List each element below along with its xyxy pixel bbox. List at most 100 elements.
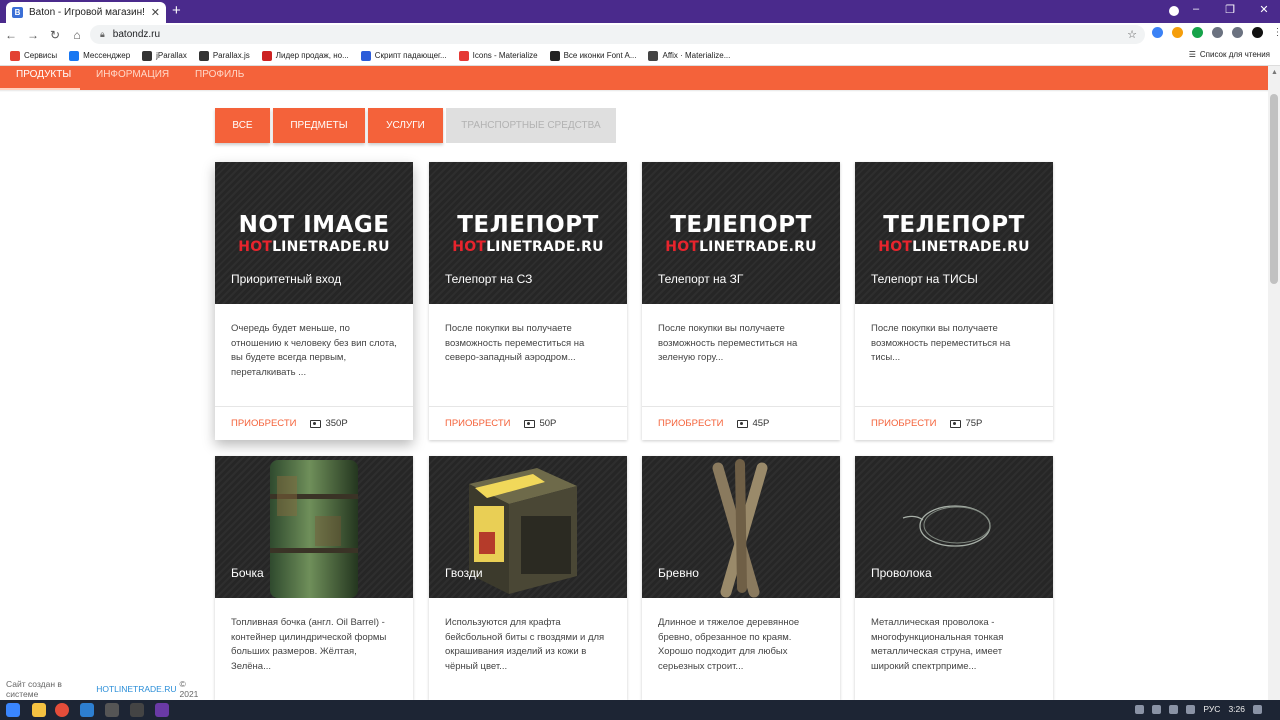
card-image-title: NOT IMAGE	[238, 212, 390, 238]
extension-icon[interactable]	[1212, 27, 1223, 38]
card-image[interactable]: Бревно	[642, 456, 840, 598]
bookmark-item[interactable]: Лидер продаж, но...	[261, 50, 349, 61]
bookmark-label: Скрипт падающег...	[374, 51, 447, 60]
price: 45Р	[737, 418, 769, 429]
bookmark-item[interactable]: Icons - Materialize	[458, 50, 538, 61]
filter-services-button[interactable]: УСЛУГИ	[368, 108, 443, 143]
scroll-up-icon[interactable]: ▲	[1271, 69, 1278, 76]
bookmark-icon	[458, 50, 469, 61]
site-favicon-icon: B	[12, 7, 23, 18]
card-image-title: ТЕЛЕПОРТ	[670, 212, 812, 238]
bookmark-icon	[261, 50, 272, 61]
start-icon[interactable]	[6, 703, 20, 717]
card-description: После покупки вы получаете возможность п…	[871, 323, 1011, 364]
bookmark-item[interactable]: jParallax	[142, 50, 187, 61]
buy-link[interactable]: ПРИОБРЕСТИ	[658, 418, 723, 429]
money-icon	[737, 419, 749, 428]
extension-icon[interactable]	[1172, 27, 1183, 38]
clock[interactable]: 3:26	[1228, 704, 1245, 714]
menu-icon[interactable]: ⋮	[1272, 27, 1280, 38]
browser-tab[interactable]: B Baton - Игровой магазин! ✕	[6, 2, 166, 23]
app-icon[interactable]	[105, 703, 119, 717]
bookmark-item[interactable]: Parallax.js	[198, 50, 250, 61]
maximize-icon[interactable]: ❐	[1224, 3, 1236, 16]
card-image[interactable]: NOT IMAGE HOTLINETRADE.RU Приоритетный в…	[215, 162, 413, 304]
bookmark-item[interactable]: Мессенджер	[69, 50, 130, 61]
reading-list-icon: ☰	[1188, 50, 1196, 59]
tab-information[interactable]: ИНФОРМАЦИЯ	[96, 68, 169, 92]
card-description: Используются для крафта бейсбольной биты…	[445, 617, 605, 672]
card-image[interactable]: ТЕЛЕПОРТ HOTLINETRADE.RU Телепорт на СЗ	[429, 162, 627, 304]
address-bar[interactable]: 🔒︎ batondz.ru ☆	[90, 25, 1145, 44]
footer-link[interactable]: HOTLINETRADE.RU	[96, 684, 176, 694]
buy-link[interactable]: ПРИОБРЕСТИ	[231, 418, 296, 429]
bookmark-icon	[648, 50, 659, 61]
tray-icon[interactable]	[1152, 704, 1162, 714]
card-image[interactable]: ТЕЛЕПОРТ HOTLINETRADE.RU Телепорт на ТИС…	[855, 162, 1053, 304]
card-title: Бочка	[231, 566, 264, 580]
bookmark-label: Все иконки Font A...	[563, 51, 637, 60]
profile-icon[interactable]	[1169, 6, 1179, 16]
page-scrollbar[interactable]: ▲	[1268, 66, 1280, 700]
filter-all-button[interactable]: ВСЕ	[215, 108, 270, 143]
window-controls: – ❐ ✕	[1190, 3, 1270, 16]
vscode-icon[interactable]	[80, 703, 94, 717]
card-image[interactable]: Гвозди	[429, 456, 627, 598]
card-title: Телепорт на СЗ	[445, 272, 533, 286]
buy-link[interactable]: ПРИОБРЕСТИ	[871, 418, 936, 429]
card-title: Бревно	[658, 566, 699, 580]
home-icon[interactable]: ⌂	[66, 28, 88, 42]
avatar[interactable]	[1252, 27, 1263, 38]
forward-icon[interactable]: →	[22, 28, 44, 42]
card-title: Приоритетный вход	[231, 272, 342, 286]
volume-icon[interactable]	[1186, 704, 1196, 714]
minimize-icon[interactable]: –	[1190, 3, 1202, 16]
card-image[interactable]: Бочка	[215, 456, 413, 598]
language-indicator[interactable]: РУС	[1203, 704, 1220, 714]
bookmark-item[interactable]: Сервисы	[10, 50, 57, 61]
new-tab-icon[interactable]: +	[172, 3, 181, 19]
card-description: Длинное и тяжелое деревянное бревно, обр…	[658, 617, 800, 672]
tab-close-icon[interactable]: ✕	[151, 6, 160, 19]
system-tray: РУС 3:26	[1135, 704, 1262, 714]
money-icon	[524, 419, 536, 428]
reading-list[interactable]: ☰ Список для чтения	[1189, 50, 1270, 59]
notifications-icon[interactable]	[1253, 704, 1262, 714]
app-icon[interactable]	[130, 703, 144, 717]
card-description: После покупки вы получаете возможность п…	[445, 323, 585, 364]
card-image-brand: HOTLINETRADE.RU	[665, 239, 817, 255]
reload-icon[interactable]: ↻	[44, 28, 66, 42]
tray-icon[interactable]	[1135, 704, 1145, 714]
price: 50Р	[524, 418, 556, 429]
card-description: Очередь будет меньше, по отношению к чел…	[231, 323, 397, 378]
bookmark-label: Лидер продаж, но...	[275, 51, 349, 60]
scroll-thumb[interactable]	[1270, 94, 1278, 284]
extension-icon[interactable]	[1192, 27, 1203, 38]
card-image[interactable]: ТЕЛЕПОРТ HOTLINETRADE.RU Телепорт на ЗГ	[642, 162, 840, 304]
card-title: Проволока	[871, 566, 932, 580]
buy-link[interactable]: ПРИОБРЕСТИ	[445, 418, 510, 429]
bookmark-item[interactable]: Скрипт падающег...	[360, 50, 447, 61]
tab-title: Baton - Игровой магазин!	[29, 7, 145, 18]
footer-copyright: © 2021	[179, 678, 199, 699]
back-icon[interactable]: ←	[0, 28, 22, 42]
bookmark-item[interactable]: Affix · Materialize...	[648, 50, 730, 61]
bookmark-item[interactable]: Все иконки Font A...	[549, 50, 637, 61]
card-image-title: ТЕЛЕПОРТ	[457, 212, 599, 238]
folder-icon[interactable]	[32, 703, 46, 717]
extension-icon[interactable]	[1152, 27, 1163, 38]
close-window-icon[interactable]: ✕	[1258, 3, 1270, 16]
card-image[interactable]: Проволока	[855, 456, 1053, 598]
chrome-icon[interactable]	[55, 703, 69, 717]
app-icon[interactable]	[155, 703, 169, 717]
filter-items-button[interactable]: ПРЕДМЕТЫ	[273, 108, 365, 143]
lock-icon[interactable]: 🔒︎	[100, 29, 105, 40]
network-icon[interactable]	[1169, 704, 1179, 714]
card-title: Телепорт на ТИСЫ	[871, 272, 978, 286]
tab-profile[interactable]: ПРОФИЛЬ	[195, 68, 244, 92]
card-description: Металлическая проволока - многофункциона…	[871, 617, 1004, 672]
bookmarks-bar: Сервисы Мессенджер jParallax Parallax.js Лид…	[0, 46, 1280, 66]
card-image-brand: HOTLINETRADE.RU	[878, 239, 1030, 255]
bookmark-star-icon[interactable]: ☆	[1127, 28, 1137, 41]
puzzle-icon[interactable]	[1232, 27, 1243, 38]
